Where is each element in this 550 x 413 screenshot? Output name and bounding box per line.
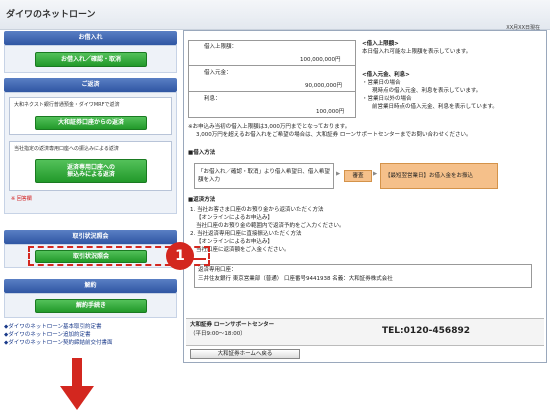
- repay-item-1a: 【オンラインによるお申込み】: [196, 215, 273, 221]
- support-hours: （平日9:00〜18:00）: [190, 331, 246, 337]
- repay-section: 大和ネクスト銀行普通預金・ダイワMRFで返済 大和証券口座からの返済 当社指定の…: [4, 92, 177, 214]
- repay-box1-title: 大和ネクスト銀行普通預金・ダイワMRFで返済: [14, 102, 120, 108]
- cancel-button[interactable]: 解約手続き: [35, 299, 147, 313]
- balance-label: 借入元金：: [204, 70, 232, 76]
- account-value: 三井住友銀行 東京営業部（普通） 口座番号9441938 名義：大和証券株式会社: [198, 276, 393, 282]
- repay-section-title: ご返済: [4, 78, 177, 92]
- limit-note: 本日借入れ可能な上限額を表示しています。: [362, 49, 472, 55]
- warning-2: 3,000万円を超えるお借入れをご希望の場合は、大和証券 ローンサポートセンター…: [196, 132, 472, 138]
- repay-box-1: 大和ネクスト銀行普通預金・ダイワMRFで返済 大和証券口座からの返済: [9, 97, 172, 135]
- step-arrow-icon: ▶: [373, 171, 378, 177]
- limit-label: 借入上限額：: [204, 44, 238, 50]
- borrow-section: お借入れ／確認・取消: [4, 45, 177, 73]
- borrow-button[interactable]: お借入れ／確認・取消: [35, 52, 147, 67]
- support-tel: TEL:0120-456892: [382, 326, 470, 336]
- repay-box-2: 当社指定の返済専用口座への振込みによる返済 返済専用口座への 振込みによる返済: [9, 141, 172, 191]
- interest-value: 100,000円: [316, 109, 345, 115]
- link-basic-agreement[interactable]: ◆ダイワのネットローン基本取引約定書: [4, 322, 101, 330]
- repay-item-2: 2. 当社返済専用口座に直接振込いただく方法: [190, 231, 302, 237]
- support-name: 大和証券 ローンサポートセンター: [190, 322, 275, 328]
- method-step-2: 審査: [344, 170, 372, 182]
- history-section-title: 取引状況照会: [4, 230, 177, 244]
- repay-transfer-line1: 返済専用口座への: [66, 163, 115, 171]
- repay-transfer-line2: 振込みによる返済: [67, 171, 115, 178]
- warning-1: ※お申込み当初の借入上限額は3,000万円までとなっております。: [188, 124, 351, 130]
- principal-note-1: ・営業日の場合: [362, 80, 401, 86]
- link-pre-contract-doc[interactable]: ◆ダイワのネットローン契約締結前交付書面: [4, 338, 112, 346]
- home-button[interactable]: 大和証券ホームへ戻る: [190, 349, 300, 359]
- cancel-section-title: 解約: [4, 279, 177, 293]
- step-arrow-icon: ▶: [336, 171, 341, 177]
- principal-note-3: ・営業日以外の場合: [362, 96, 412, 102]
- repay-note: ※ 回答欄: [11, 196, 32, 202]
- limit-value: 100,000,000円: [300, 57, 341, 63]
- repay-from-account-button[interactable]: 大和証券口座からの返済: [35, 116, 147, 130]
- link-additional-agreement[interactable]: ◆ダイワのネットローン追加約定書: [4, 330, 90, 338]
- principal-note-4: 前営業日時点の借入元金、利息を表示しています。: [372, 104, 498, 110]
- balance-table: [188, 40, 356, 118]
- callout-number-badge: 1: [166, 242, 194, 270]
- repay-box2-title: 当社指定の返済専用口座への振込みによる返済: [14, 146, 119, 152]
- principal-note-2: 現時点の借入元金、利息を表示しています。: [372, 88, 482, 94]
- table-divider: [188, 65, 356, 66]
- method-step-1: 「お借入れ／確認・取消」より借入希望日、借入希望額を入力: [194, 163, 334, 189]
- table-divider: [188, 91, 356, 92]
- method-step-3: 【最短翌営業日】お借入金をお振込: [380, 163, 498, 189]
- page-title: ダイワのネットローン: [6, 10, 96, 20]
- repay-item-1: 1. 当社お客さま口座のお預り金から返済いただく方法: [190, 207, 324, 213]
- repay-method-title: ■返済方法: [188, 197, 216, 203]
- repay-item-1b: 当社口座のお預り金の範囲内で返済予約をご入力ください。: [196, 223, 345, 229]
- interest-label: 利息：: [204, 96, 221, 102]
- limit-note-title: <借入上限額>: [362, 41, 399, 47]
- balance-value: 90,000,000円: [305, 83, 342, 89]
- borrow-section-title: お借入れ: [4, 31, 177, 45]
- principal-note-title: <借入元金、利息>: [362, 72, 410, 78]
- repay-transfer-button[interactable]: 返済専用口座への 振込みによる返済: [35, 159, 147, 183]
- cancel-section: 解約手続き: [4, 293, 177, 318]
- account-label: 返済専用口座：: [198, 267, 237, 273]
- down-arrow-icon: [60, 358, 94, 410]
- method-title: ■借入方法: [188, 150, 216, 156]
- repay-item-2b: 当社口座に返済額をご入金ください。: [196, 247, 290, 253]
